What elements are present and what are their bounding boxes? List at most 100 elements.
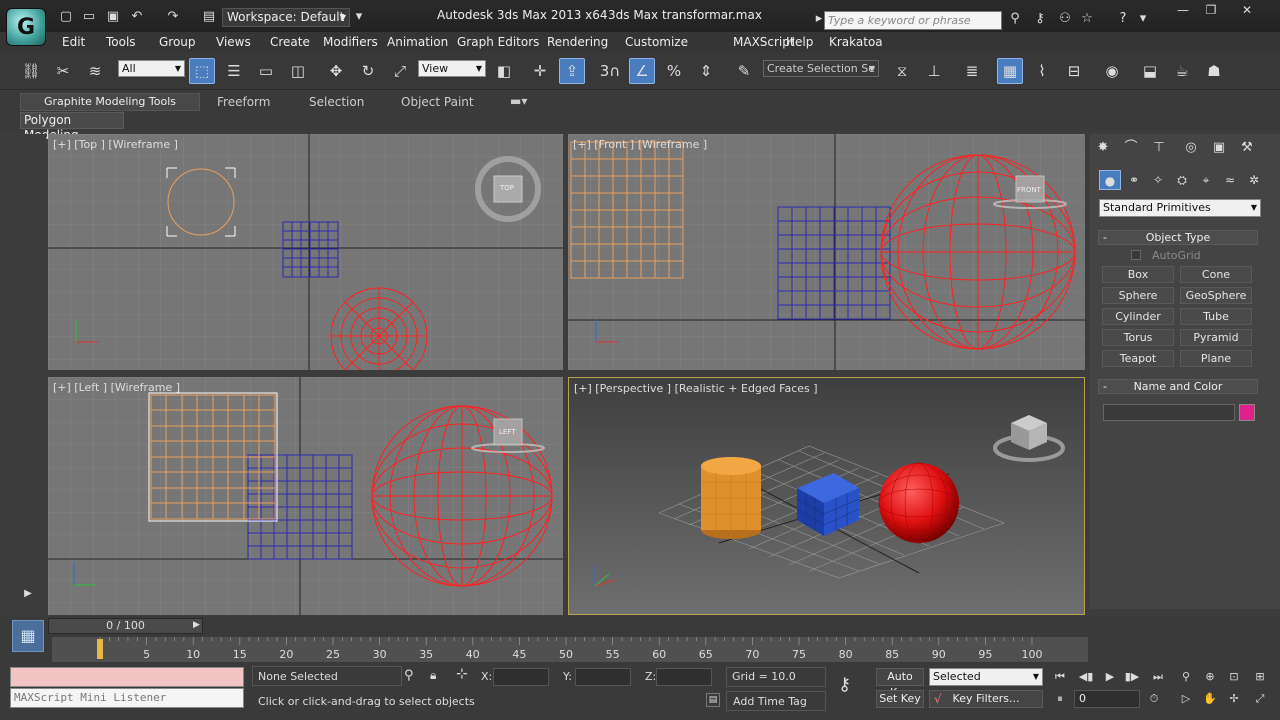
pivot-center-icon[interactable]: ◧ bbox=[491, 58, 517, 84]
current-frame-field[interactable]: 0 bbox=[1074, 690, 1140, 708]
select-manipulate-icon[interactable]: ✛ bbox=[527, 58, 553, 84]
workspace-dropdown[interactable]: Workspace: Default ▼ bbox=[222, 8, 350, 27]
track-bar[interactable]: 0510152025303540455055606570758085909510… bbox=[52, 637, 1088, 662]
tab-graphite-modeling-tools[interactable]: Graphite Modeling Tools bbox=[20, 93, 200, 111]
key-mode-dropdown[interactable]: Selected ▼ bbox=[929, 668, 1043, 686]
rectangle-selection-icon[interactable]: ▭ bbox=[253, 58, 279, 84]
create-tab-icon[interactable]: ✸ bbox=[1092, 138, 1114, 158]
viewcube-top-face[interactable]: TOP bbox=[500, 184, 514, 192]
lights-icon[interactable]: ✧ bbox=[1147, 170, 1169, 190]
rollout-name-and-color[interactable]: - Name and Color bbox=[1098, 379, 1258, 394]
cameras-icon[interactable]: ⛭ bbox=[1171, 170, 1193, 190]
time-next-icon[interactable]: ▶ bbox=[193, 620, 200, 630]
curve-editor-icon[interactable]: ⌇ bbox=[1029, 58, 1055, 84]
sphere-button[interactable]: Sphere bbox=[1102, 287, 1174, 304]
move-icon[interactable]: ✥ bbox=[323, 58, 349, 84]
link-icon[interactable]: ⛓ bbox=[18, 58, 44, 84]
render-production-icon[interactable]: ☗ bbox=[1201, 58, 1227, 84]
align-icon[interactable]: ⊥ bbox=[921, 58, 947, 84]
absolute-mode-icon[interactable]: ⊹ bbox=[456, 666, 468, 682]
maxscript-listener-output[interactable] bbox=[10, 667, 244, 687]
schematic-view-icon[interactable]: ⊟ bbox=[1061, 58, 1087, 84]
angle-snap-icon[interactable]: ∠ bbox=[629, 58, 655, 84]
x-coordinate-field[interactable] bbox=[493, 668, 549, 686]
new-file-icon[interactable]: ▢ bbox=[57, 9, 75, 25]
rotate-icon[interactable]: ↻ bbox=[355, 58, 381, 84]
object-color-swatch[interactable] bbox=[1239, 404, 1255, 421]
current-frame-marker[interactable] bbox=[97, 639, 103, 659]
zoom-extents-all-icon[interactable]: ⊞ bbox=[1250, 668, 1270, 686]
rendered-frame-icon[interactable]: ☕ bbox=[1169, 58, 1195, 84]
project-folder-icon[interactable]: ▤ bbox=[200, 9, 218, 25]
reference-coordinate-dropdown[interactable]: View ▼ bbox=[418, 60, 486, 77]
menu-views[interactable]: Views bbox=[216, 35, 251, 49]
maxscript-listener-input[interactable]: MAXScript Mini Listener bbox=[10, 688, 244, 708]
autogrid-checkbox[interactable] bbox=[1131, 250, 1141, 260]
spacewarps-icon[interactable]: ≈ bbox=[1219, 170, 1241, 190]
save-icon[interactable]: ▣ bbox=[104, 9, 122, 25]
next-frame-icon[interactable]: ▮▶ bbox=[1122, 668, 1142, 686]
time-slider[interactable]: 0 / 100 bbox=[48, 618, 203, 634]
orbit-icon[interactable]: ✢ bbox=[1224, 690, 1244, 708]
time-tag-icon[interactable]: ▤ bbox=[706, 693, 720, 707]
helpers-icon[interactable]: ⌖ bbox=[1195, 170, 1217, 190]
help-icon[interactable]: ? bbox=[1114, 11, 1132, 27]
open-file-icon[interactable]: ▭ bbox=[80, 9, 98, 25]
close-icon[interactable]: ✕ bbox=[1234, 2, 1260, 18]
keyboard-shortcut-override-icon[interactable]: ⇪ bbox=[559, 58, 585, 84]
named-selection-dropdown[interactable]: Create Selection Se ▼ bbox=[763, 60, 879, 77]
object-name-input[interactable] bbox=[1103, 404, 1235, 421]
help-dropdown-icon[interactable]: ▾ bbox=[1134, 11, 1152, 27]
play-icon[interactable]: ▶ bbox=[1100, 668, 1120, 686]
menu-help[interactable]: Help bbox=[786, 35, 813, 49]
select-by-name-icon[interactable]: ☰ bbox=[221, 58, 247, 84]
systems-icon[interactable]: ✲ bbox=[1243, 170, 1265, 190]
snap-toggle-icon[interactable]: 3 ∩ bbox=[597, 58, 623, 84]
material-editor-icon[interactable]: ◉ bbox=[1099, 58, 1125, 84]
pyramid-button[interactable]: Pyramid bbox=[1180, 329, 1252, 346]
auto-key-button[interactable]: Auto Key bbox=[876, 668, 924, 699]
undo-icon[interactable]: ↶ bbox=[128, 9, 146, 25]
menu-create[interactable]: Create bbox=[270, 35, 310, 49]
hierarchy-tab-icon[interactable]: ⊤ bbox=[1148, 138, 1170, 158]
key-mode-toggle-icon[interactable]: ⏸ bbox=[1050, 690, 1070, 708]
zoom-all-icon[interactable]: ⊕ bbox=[1200, 668, 1220, 686]
percent-snap-icon[interactable]: % bbox=[661, 58, 687, 84]
teapot-button[interactable]: Teapot bbox=[1102, 350, 1174, 367]
motion-tab-icon[interactable]: ◎ bbox=[1180, 138, 1202, 158]
cylinder-button[interactable]: Cylinder bbox=[1102, 308, 1174, 325]
rollout-object-type[interactable]: - Object Type bbox=[1098, 230, 1258, 245]
plane-button[interactable]: Plane bbox=[1180, 350, 1252, 367]
expand-ribbon-icon[interactable]: ▶ bbox=[20, 588, 36, 604]
viewport-perspective-label[interactable]: [+] [Perspective ] [Realistic + Edged Fa… bbox=[574, 382, 818, 395]
redo-icon[interactable]: ↷ bbox=[164, 9, 182, 25]
previous-frame-icon[interactable]: ◀▮ bbox=[1076, 668, 1096, 686]
tab-selection[interactable]: Selection bbox=[309, 95, 364, 109]
minimize-icon[interactable]: — bbox=[1170, 2, 1196, 18]
cone-button[interactable]: Cone bbox=[1180, 266, 1252, 283]
viewport-top[interactable]: [+] [Top ] [Wireframe ] TOP bbox=[48, 134, 563, 370]
user-icon[interactable]: ⚇ bbox=[1056, 11, 1074, 27]
geometry-icon[interactable]: ● bbox=[1099, 170, 1121, 190]
spinner-snap-icon[interactable]: ⇕ bbox=[693, 58, 719, 84]
tab-object-paint[interactable]: Object Paint bbox=[401, 95, 474, 109]
isolate-pin-icon[interactable]: ⚲ bbox=[404, 668, 414, 683]
bind-spacewarp-icon[interactable]: ≋ bbox=[82, 58, 108, 84]
pan-view-icon[interactable]: ✋ bbox=[1200, 690, 1220, 708]
mirror-icon[interactable]: ⧖ bbox=[889, 58, 915, 84]
menu-animation[interactable]: Animation bbox=[387, 35, 448, 49]
ribbon-options-icon[interactable]: ▬▾ bbox=[510, 94, 527, 108]
scale-icon[interactable]: ⤢ bbox=[387, 58, 413, 84]
selection-lock-icon[interactable]: 🔒︎ bbox=[430, 668, 436, 683]
search-input[interactable]: Type a keyword or phrase bbox=[824, 11, 1002, 30]
key-filters-button[interactable]: √ Key Filters... bbox=[929, 690, 1043, 708]
viewport-left[interactable]: [+] [Left ] [Wireframe ] LEFT bbox=[48, 377, 563, 615]
menu-graph-editors[interactable]: Graph Editors bbox=[457, 35, 539, 49]
star-icon[interactable]: ☆ bbox=[1078, 11, 1096, 27]
go-to-start-icon[interactable]: ⏮ bbox=[1050, 668, 1070, 686]
selection-filter-dropdown[interactable]: All ▼ bbox=[118, 60, 185, 77]
graphite-toggle-icon[interactable]: ▦ bbox=[997, 58, 1023, 84]
z-coordinate-field[interactable] bbox=[656, 668, 712, 686]
box-button[interactable]: Box bbox=[1102, 266, 1174, 283]
time-configuration-icon[interactable]: ⏱ bbox=[1144, 690, 1164, 708]
